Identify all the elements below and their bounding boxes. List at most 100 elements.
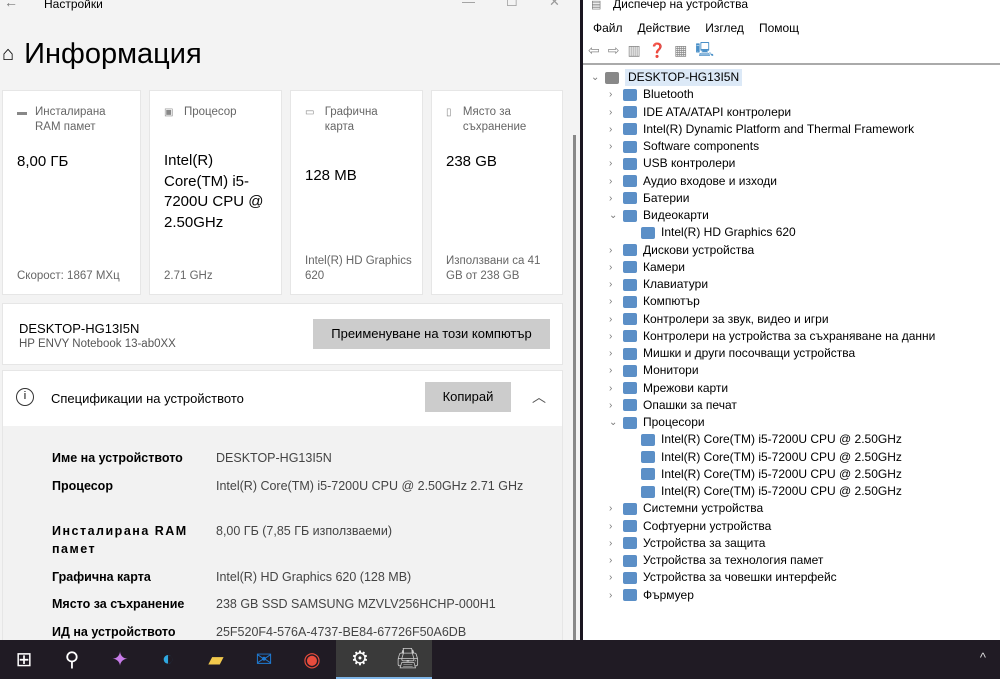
card-label: Графична карта — [324, 106, 378, 133]
device-icon — [623, 106, 637, 118]
back-icon[interactable]: ⇦ — [588, 42, 600, 59]
device-icon — [623, 330, 637, 343]
tree-node[interactable]: › Системни устройства — [609, 500, 763, 517]
tree-node[interactable]: › Мрежови карти — [609, 380, 728, 397]
scrollbar[interactable] — [573, 135, 576, 640]
chevron-right-icon[interactable]: › — [609, 173, 623, 190]
chevron-right-icon[interactable]: › — [609, 345, 623, 362]
tree-node[interactable]: › Дискови устройства — [609, 242, 754, 259]
chevron-up-icon[interactable]: ︿ — [532, 387, 546, 407]
chevron-up-icon[interactable]: ^ — [980, 650, 986, 665]
copy-button[interactable]: Копирай — [425, 382, 511, 412]
tree-node[interactable]: ⌄ DESKTOP-HG13I5N — [591, 69, 743, 86]
chevron-right-icon[interactable]: › — [609, 569, 623, 586]
menu-view[interactable]: Изглед — [705, 21, 744, 35]
chevron-right-icon[interactable]: › — [609, 242, 623, 259]
chevron-right-icon[interactable]: › — [609, 500, 623, 517]
home-icon[interactable]: ⌂ — [2, 43, 14, 66]
tree-node[interactable]: › Bluetooth — [609, 86, 694, 103]
tree-node[interactable]: › Контролери на устройства за съхраняване… — [609, 328, 935, 345]
tree-node[interactable]: Intel(R) Core(TM) i5-7200U CPU @ 2.50GHz — [627, 466, 902, 483]
start-icon[interactable]: ⊞ — [0, 640, 48, 679]
tree-node[interactable]: › Intel(R) Dynamic Platform and Thermal F… — [609, 121, 914, 138]
tree-node[interactable]: › Компютър — [609, 293, 700, 310]
forward-icon[interactable]: ⇨ — [608, 42, 620, 59]
chevron-right-icon[interactable]: › — [609, 86, 623, 103]
chevron-right-icon[interactable]: › — [609, 293, 623, 310]
chevron-down-icon[interactable]: ⌄ — [609, 207, 623, 224]
storage-icon: ▯ — [446, 107, 452, 118]
chevron-right-icon[interactable]: › — [609, 190, 623, 207]
chevron-right-icon[interactable]: › — [609, 311, 623, 328]
chevron-down-icon[interactable]: ⌄ — [591, 69, 605, 86]
tree-node[interactable]: › Аудио входове и изходи — [609, 173, 777, 190]
menu-help[interactable]: Помощ — [759, 21, 799, 35]
file-explorer-icon[interactable]: ▰ — [192, 640, 240, 679]
close-button[interactable]: ✕ — [549, 0, 560, 10]
chevron-right-icon[interactable]: › — [609, 380, 623, 397]
gpu-card: ▭ Графична карта 128 MB Intel(R) HD Graph… — [290, 90, 423, 295]
specs-header[interactable]: i Спецификации на устройството Копирай ︿ — [3, 371, 562, 426]
tree-node[interactable]: › Батерии — [609, 190, 689, 207]
tree-node-label: Фърмуер — [643, 587, 694, 602]
title-bar: ← Настройки — ☐ ✕ — [0, 0, 580, 16]
chevron-right-icon[interactable]: › — [609, 259, 623, 276]
menu-action[interactable]: Действие — [638, 21, 691, 35]
tree-node[interactable]: Intel(R) HD Graphics 620 — [627, 224, 796, 241]
tree-node[interactable]: Intel(R) Core(TM) i5-7200U CPU @ 2.50GHz — [627, 431, 902, 448]
rename-pc-button[interactable]: Преименуване на този компютър — [313, 319, 550, 349]
tree-node[interactable]: › Опашки за печат — [609, 397, 737, 414]
tree-node[interactable]: › USB контролери — [609, 155, 735, 172]
tree-node[interactable]: › Камери — [609, 259, 685, 276]
tree-node[interactable]: › Устройства за човешки интерфейс — [609, 569, 837, 586]
tree-node[interactable]: › Контролери за звук, видео и игри — [609, 311, 829, 328]
device-icon — [623, 347, 637, 360]
chevron-right-icon[interactable]: › — [609, 121, 623, 138]
tree-node[interactable]: › Монитори — [609, 362, 699, 379]
device-manager-icon[interactable]: 🖨 — [384, 640, 432, 679]
spec-value: 238 GB SSD SAMSUNG MZVLV256HCHP-000H1 — [216, 597, 496, 611]
chevron-right-icon[interactable]: › — [609, 155, 623, 172]
tree-node[interactable]: › Софтуерни устройства — [609, 518, 771, 535]
tree-node-label: Устройства за технология памет — [643, 553, 824, 567]
chevron-down-icon[interactable]: ⌄ — [609, 414, 623, 431]
settings-icon[interactable]: ⚙ — [336, 640, 384, 679]
menu-file[interactable]: Файл — [593, 21, 623, 35]
card-footer: Intel(R) HD Graphics 620 — [305, 255, 412, 282]
chevron-right-icon[interactable]: › — [609, 328, 623, 345]
chevron-right-icon[interactable]: › — [609, 362, 623, 379]
chevron-right-icon[interactable]: › — [609, 518, 623, 535]
chevron-right-icon[interactable]: › — [609, 104, 623, 121]
help-icon[interactable]: ❓ — [649, 42, 666, 59]
back-arrow-icon[interactable]: ← — [4, 0, 18, 10]
tree-node[interactable]: Intel(R) Core(TM) i5-7200U CPU @ 2.50GHz — [627, 449, 902, 466]
show-hide-tree-icon[interactable]: ▥ — [627, 42, 640, 59]
properties-icon[interactable]: ▦ — [674, 42, 687, 59]
tree-node[interactable]: Intel(R) Core(TM) i5-7200U CPU @ 2.50GHz — [627, 483, 902, 500]
tree-node[interactable]: ⌄ Видеокарти — [609, 207, 709, 224]
chevron-right-icon[interactable]: › — [609, 535, 623, 552]
scan-hardware-icon[interactable]: 🖳 — [695, 39, 714, 63]
tree-node[interactable]: › Фърмуер — [609, 587, 694, 604]
edge-icon[interactable]: ◐ — [144, 640, 192, 679]
storage-card: ▯ Място за съхранение 238 GB Използвани с… — [431, 90, 563, 295]
search-icon[interactable]: ⚲ — [48, 640, 96, 679]
chevron-right-icon[interactable]: › — [609, 138, 623, 155]
copilot-icon[interactable]: ✦ — [96, 640, 144, 679]
tree-node[interactable]: › Устройства за защита — [609, 535, 765, 552]
chevron-right-icon[interactable]: › — [609, 587, 623, 604]
tree-node[interactable]: › Устройства за технология памет — [609, 552, 823, 569]
chevron-right-icon[interactable]: › — [609, 552, 623, 569]
tree-node[interactable]: › IDE ATA/ATAPI контролери — [609, 104, 791, 121]
device-icon — [623, 88, 637, 101]
tree-node[interactable]: › Клавиатури — [609, 276, 708, 293]
chevron-right-icon[interactable]: › — [609, 276, 623, 293]
tree-node[interactable]: › Мишки и други посочващи устройства — [609, 345, 855, 362]
maximize-button[interactable]: ☐ — [506, 0, 518, 10]
minimize-button[interactable]: — — [462, 0, 475, 9]
tree-node[interactable]: › Software components — [609, 138, 759, 155]
chrome-icon[interactable]: ◉ — [288, 640, 336, 679]
outlook-icon[interactable]: ✉ — [240, 640, 288, 679]
chevron-right-icon[interactable]: › — [609, 397, 623, 414]
tree-node[interactable]: ⌄ Процесори — [609, 414, 705, 431]
